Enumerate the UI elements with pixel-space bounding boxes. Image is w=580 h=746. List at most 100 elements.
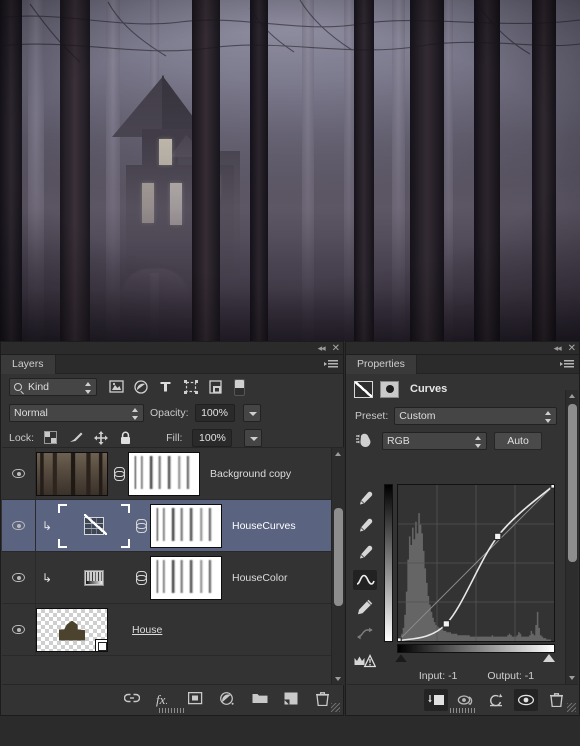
- layer-row-background-copy[interactable]: Background copy: [2, 448, 344, 500]
- scroll-down-arrow[interactable]: [335, 677, 341, 681]
- layer-name[interactable]: HouseColor: [232, 572, 287, 584]
- properties-tab-row: Properties: [346, 355, 579, 374]
- lock-all[interactable]: [119, 431, 134, 446]
- fill-dropdown-arrow[interactable]: [244, 429, 263, 447]
- scroll-up-arrow[interactable]: [569, 394, 575, 398]
- toggle-visibility-button[interactable]: [514, 688, 538, 711]
- curves-clipping-warning-icon[interactable]: [353, 651, 377, 671]
- black-point-slider[interactable]: [395, 654, 407, 662]
- layer-mask-thumbnail[interactable]: [150, 555, 222, 600]
- layer-mask-link-icon[interactable]: [130, 570, 150, 585]
- layer-row-housecurves[interactable]: ↳ HouseCurves: [2, 499, 344, 552]
- filter-smart-objects[interactable]: [209, 379, 224, 395]
- layer-mask-thumbnail[interactable]: [128, 451, 200, 496]
- curves-grid[interactable]: [394, 481, 558, 645]
- curves-tool-gray-point-eyedropper[interactable]: [353, 516, 377, 536]
- layer-visibility-toggle[interactable]: [2, 551, 36, 604]
- channel-value: RGB: [387, 435, 410, 447]
- reset-button[interactable]: [484, 689, 508, 711]
- layer-visibility-toggle[interactable]: [2, 499, 36, 552]
- blend-mode-value: Normal: [14, 407, 48, 419]
- curves-graph[interactable]: [384, 481, 559, 662]
- curves-tool-white-point-eyedropper[interactable]: [353, 543, 377, 563]
- layer-name[interactable]: Background copy: [210, 468, 291, 480]
- properties-panel-resize-corner[interactable]: [567, 703, 576, 712]
- auto-button[interactable]: Auto: [494, 432, 542, 450]
- curves-tool-black-point-eyedropper[interactable]: [353, 489, 377, 509]
- layer-mask-link-icon[interactable]: [108, 466, 128, 481]
- layers-list[interactable]: Background copy ↳ HouseCurves ↳ HouseCol…: [2, 447, 344, 685]
- scroll-down-arrow[interactable]: [569, 676, 575, 680]
- new-layer-icon[interactable]: [284, 692, 300, 708]
- curves-tool-smooth[interactable]: [353, 624, 377, 644]
- vignette: [0, 0, 580, 341]
- properties-panel: ◂◂ ✕ Properties Curves Preset: Custom RG…: [345, 341, 580, 716]
- channel-select[interactable]: RGB: [382, 432, 487, 450]
- layers-scrollbar[interactable]: [331, 448, 344, 685]
- scrollbar-thumb[interactable]: [568, 404, 577, 562]
- link-icon[interactable]: [123, 692, 141, 708]
- layer-thumbnail[interactable]: [36, 451, 108, 496]
- fx-icon[interactable]: fx.: [156, 692, 172, 708]
- layer-name[interactable]: HouseCurves: [232, 520, 296, 532]
- layer-row-housecolor[interactable]: ↳ HouseColor: [2, 551, 344, 604]
- smart-object-badge-icon: [95, 638, 107, 651]
- lock-image-pixels[interactable]: [69, 431, 84, 446]
- layer-visibility-toggle[interactable]: [2, 603, 36, 656]
- layer-thumbnail[interactable]: [58, 503, 130, 548]
- properties-panel-titlebar: ◂◂ ✕: [346, 342, 579, 355]
- lock-transparent-pixels[interactable]: [44, 430, 59, 446]
- scroll-up-arrow[interactable]: [335, 452, 341, 456]
- preset-value: Custom: [399, 410, 436, 422]
- output-gradient-bar: [384, 484, 393, 642]
- panel-menu-icon[interactable]: [560, 359, 574, 370]
- mask-icon[interactable]: [380, 380, 399, 398]
- curves-tool-draw[interactable]: [353, 597, 377, 617]
- panel-menu-icon[interactable]: [324, 359, 338, 370]
- layer-row-house[interactable]: House: [2, 603, 344, 656]
- properties-panel-resize-grip[interactable]: [449, 708, 476, 713]
- preset-label: Preset:: [355, 410, 389, 422]
- layer-visibility-toggle[interactable]: [2, 448, 36, 500]
- layer-mask-link-icon[interactable]: [130, 518, 150, 533]
- collapse-icon[interactable]: ◂◂: [318, 343, 326, 354]
- layer-thumbnail[interactable]: [36, 607, 108, 652]
- scrollbar-thumb[interactable]: [334, 508, 343, 606]
- new-group-icon[interactable]: [252, 692, 268, 708]
- lock-position[interactable]: [94, 430, 109, 446]
- close-icon[interactable]: ✕: [568, 343, 576, 354]
- tab-properties[interactable]: Properties: [346, 355, 417, 374]
- properties-scrollbar[interactable]: [565, 390, 578, 684]
- layer-mask-thumbnail[interactable]: [150, 503, 222, 548]
- curves-tool-edit-points[interactable]: [353, 570, 377, 590]
- filter-type-layers[interactable]: [159, 380, 174, 395]
- collapse-icon[interactable]: ◂◂: [554, 343, 562, 354]
- layer-thumbnail[interactable]: [58, 556, 130, 600]
- preset-select[interactable]: Custom: [394, 407, 557, 425]
- target-adjustment-icon[interactable]: [355, 432, 375, 450]
- layer-filter-row: Kind: [1, 374, 343, 400]
- layer-filter-kind-select[interactable]: Kind: [9, 378, 97, 396]
- opacity-input[interactable]: 100%: [194, 404, 235, 422]
- layer-name[interactable]: House: [132, 624, 162, 636]
- close-icon[interactable]: ✕: [332, 343, 340, 354]
- white-point-slider[interactable]: [543, 654, 555, 662]
- delete-adjustment-button[interactable]: [544, 689, 568, 711]
- canvas-area[interactable]: [0, 0, 580, 341]
- clip-to-layer-button[interactable]: [424, 688, 448, 711]
- filter-adjustment-layers[interactable]: [134, 379, 149, 395]
- blend-mode-select[interactable]: Normal: [9, 404, 144, 422]
- add-layer-mask-icon[interactable]: [187, 691, 204, 708]
- layers-panel-resize-corner[interactable]: [331, 703, 340, 712]
- input-label: Input:: [418, 670, 446, 682]
- filter-pixel-layers[interactable]: [109, 379, 124, 395]
- tab-layers[interactable]: Layers: [1, 355, 56, 374]
- layers-panel-resize-grip[interactable]: [159, 708, 185, 713]
- opacity-dropdown-arrow[interactable]: [242, 404, 261, 422]
- trash-icon[interactable]: [316, 691, 332, 708]
- new-adjustment-layer-icon[interactable]: [220, 691, 236, 708]
- filter-shape-layers[interactable]: [184, 379, 199, 395]
- fill-input[interactable]: 100%: [192, 429, 233, 447]
- curves-plot[interactable]: [394, 481, 558, 645]
- filter-toggle-switch[interactable]: [234, 378, 245, 396]
